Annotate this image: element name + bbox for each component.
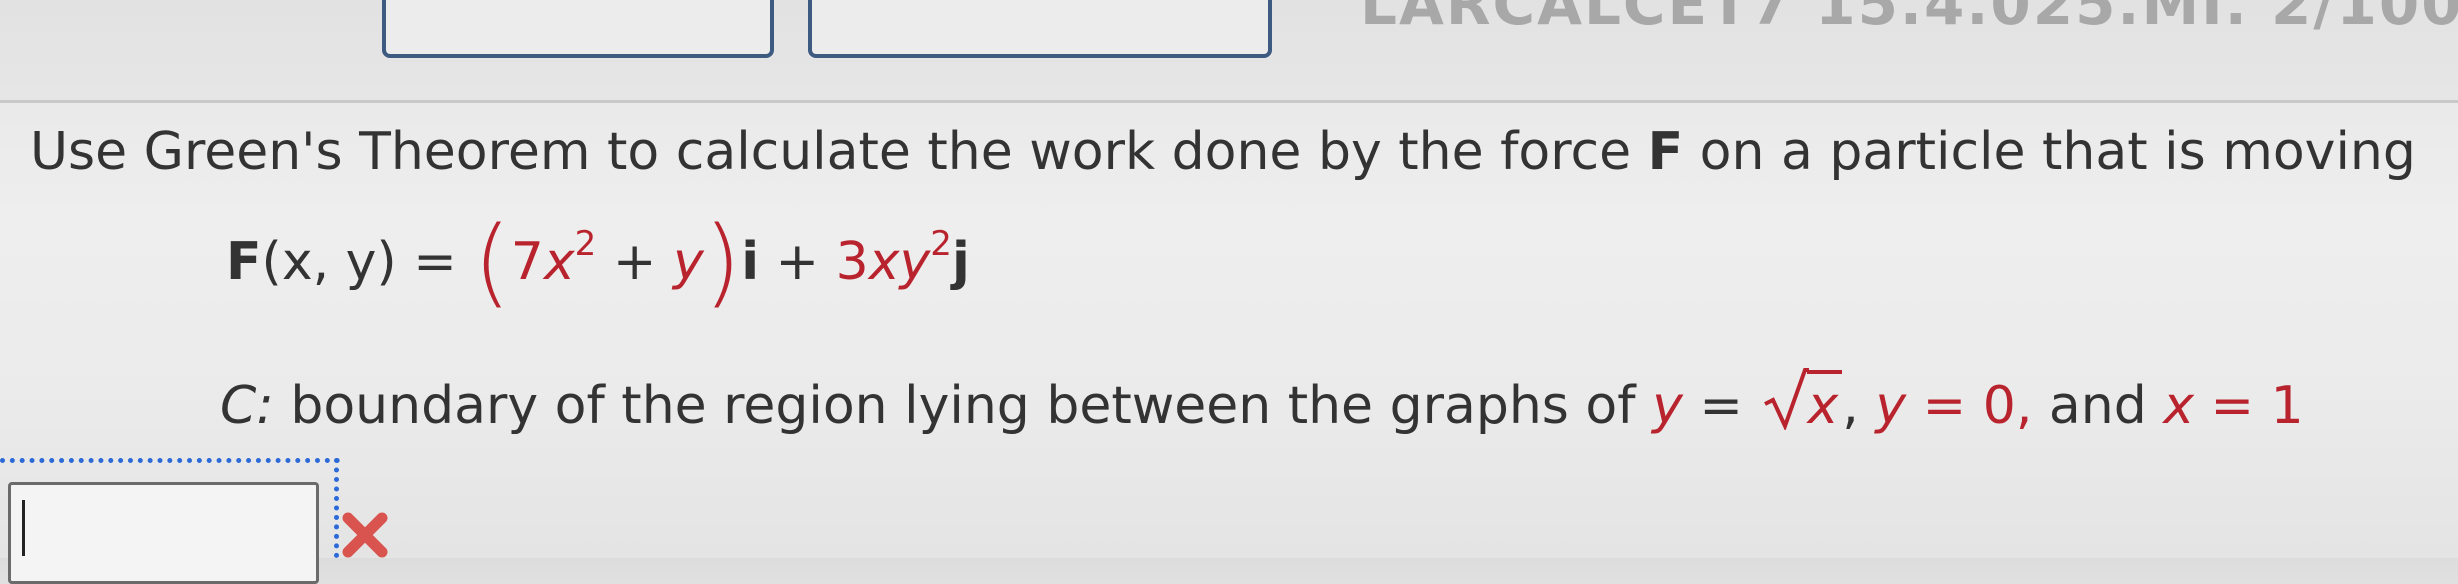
curve-description: C: boundary of the region lying between … (220, 368, 2304, 436)
coef-three: 3 (835, 232, 869, 292)
vars-xy: xy (868, 232, 931, 292)
formula-lhs: F (226, 232, 262, 292)
conjunction-and: and (2032, 376, 2164, 436)
radicand-x: x (1807, 370, 1843, 436)
unit-vector-i: i (741, 232, 760, 292)
force-formula: F(x, y) = (7x2 + y)i + 3xy2j (226, 214, 970, 310)
force-symbol: F (1647, 122, 1684, 182)
section-divider (0, 100, 2458, 103)
curve-label: C: (220, 376, 274, 436)
unit-vector-j: j (951, 232, 970, 292)
focus-outline-top (0, 458, 340, 463)
plus-sign-2: + (759, 232, 836, 292)
curve-text: boundary of the region lying between the… (290, 376, 1636, 436)
plus-sign-1: + (596, 232, 673, 292)
eq3-x: x (2163, 376, 2195, 436)
eq2-rest: = 0, (1906, 376, 2033, 436)
eq3-rest: = 1 (2194, 376, 2304, 436)
close-paren: ) (703, 206, 742, 318)
var-y: y (672, 232, 704, 292)
answer-box-previous-1 (382, 0, 774, 58)
answer-input[interactable] (8, 482, 319, 584)
var-x: x (543, 232, 575, 292)
answer-box-previous-2 (808, 0, 1272, 58)
radical-sign-icon (1764, 368, 1810, 430)
exp-two: 2 (574, 224, 597, 264)
separator-comma: , (1842, 376, 1876, 436)
problem-statement: Use Green's Theorem to calculate the wor… (30, 122, 2416, 182)
formula-args: (x, y) = (261, 232, 457, 292)
sqrt-expression: x (1763, 368, 1843, 436)
top-strip: LARCALCET7 15.4.025.MI. 2/100 (0, 0, 2458, 100)
exp-two-b: 2 (930, 224, 952, 264)
problem-text-start: Use Green's Theorem to calculate the wor… (30, 122, 1632, 182)
eq1-y: y (1652, 376, 1683, 436)
cross-icon (342, 512, 388, 558)
coef-seven: 7 (510, 232, 544, 292)
focus-outline-right (334, 458, 339, 558)
problem-text-end: on a particle that is moving (1699, 122, 2416, 182)
cutoff-header-text: LARCALCET7 15.4.025.MI. 2/100 (1360, 0, 2458, 38)
eq1-equals: = (1682, 376, 1760, 436)
text-cursor (22, 500, 25, 556)
open-paren: ( (473, 206, 511, 318)
eq2-y: y (1875, 376, 1907, 436)
